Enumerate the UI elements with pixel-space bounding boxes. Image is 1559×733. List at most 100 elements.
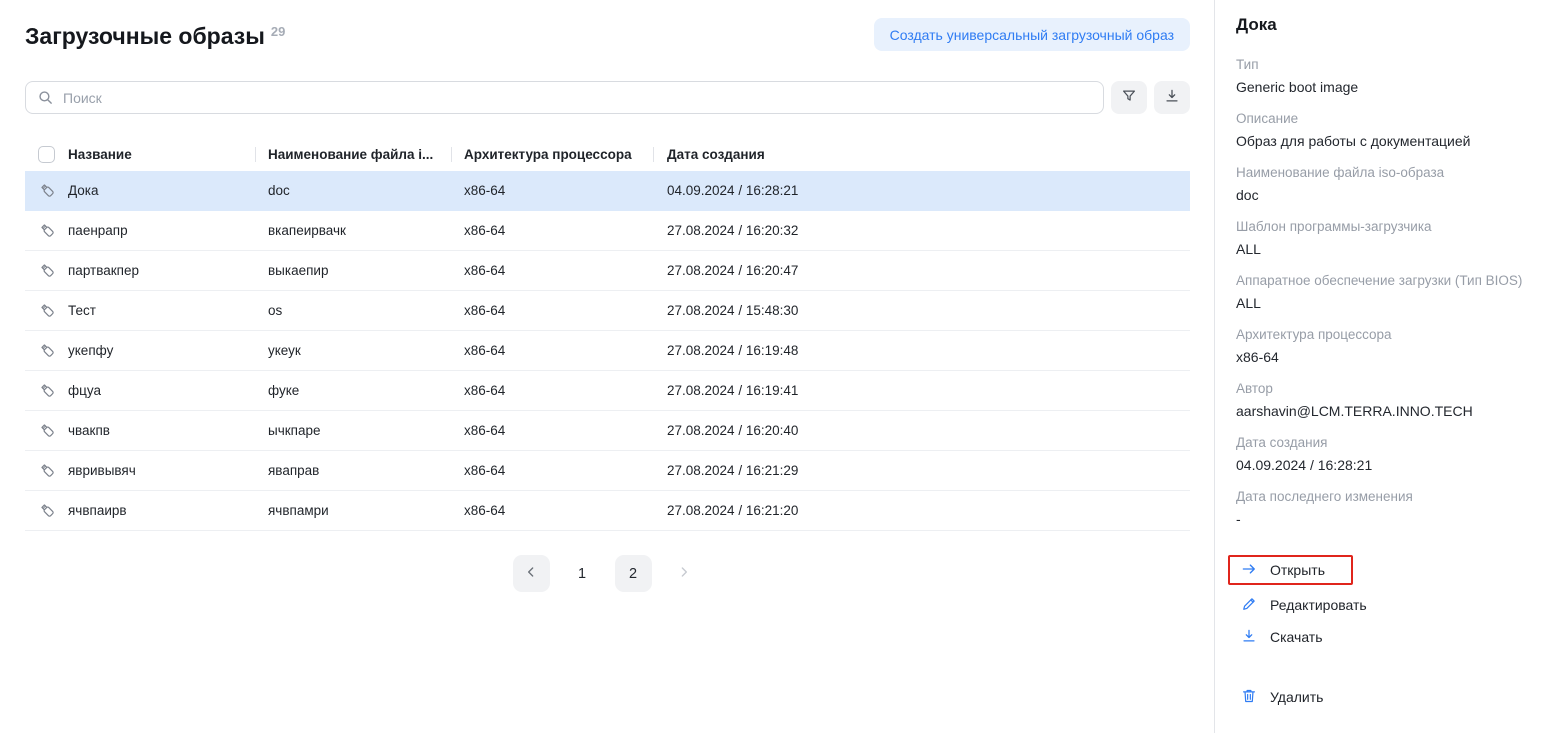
usb-drive-icon xyxy=(38,301,68,320)
row-name: чвакпв xyxy=(68,423,255,438)
row-created: 04.09.2024 / 16:28:21 xyxy=(653,183,856,198)
open-action[interactable]: Открыть xyxy=(1240,558,1325,582)
page-title: Загрузочные образы29 xyxy=(25,18,285,50)
pagination: 1 2 xyxy=(25,555,1190,592)
detail-field: Дата создания 04.09.2024 / 16:28:21 xyxy=(1236,433,1539,475)
export-button[interactable] xyxy=(1154,81,1190,114)
details-actions: Открыть Редактировать Скачать Удалить xyxy=(1236,555,1539,709)
detail-field-label: Тип xyxy=(1236,55,1539,74)
page-button-2-current[interactable]: 2 xyxy=(615,555,652,592)
detail-field-value: Образ для работы с документацией xyxy=(1236,131,1539,151)
funnel-icon xyxy=(1120,87,1138,108)
table-row[interactable]: паенрапр вкапеирвачк x86-64 27.08.2024 /… xyxy=(25,211,1190,251)
row-file: выкаепир xyxy=(255,263,451,278)
detail-field-value: x86-64 xyxy=(1236,347,1539,367)
row-name: укепфу xyxy=(68,343,255,358)
detail-field: Шаблон программы-загрузчика ALL xyxy=(1236,217,1539,259)
detail-field-label: Дата последнего изменения xyxy=(1236,487,1539,506)
table-row[interactable]: Тест os x86-64 27.08.2024 / 15:48:30 xyxy=(25,291,1190,331)
column-header-arch[interactable]: Архитектура процессора xyxy=(451,147,653,162)
table-header: Название Наименование файла i... Архитек… xyxy=(25,137,1190,171)
pencil-icon xyxy=(1240,595,1258,616)
table-row[interactable]: ячвпаирв ячвпамри x86-64 27.08.2024 / 16… xyxy=(25,491,1190,531)
table-row[interactable]: Дока doc x86-64 04.09.2024 / 16:28:21 xyxy=(25,171,1190,211)
table-row[interactable]: укепфу укеук x86-64 27.08.2024 / 16:19:4… xyxy=(25,331,1190,371)
boot-images-table: Название Наименование файла i... Архитек… xyxy=(25,137,1190,531)
row-arch: x86-64 xyxy=(451,263,653,278)
table-row[interactable]: фцуа фуке x86-64 27.08.2024 / 16:19:41 xyxy=(25,371,1190,411)
row-arch: x86-64 xyxy=(451,343,653,358)
details-fields: Тип Generic boot image Описание Образ дл… xyxy=(1236,55,1539,529)
chevron-right-icon xyxy=(676,564,692,584)
annotation-highlight: Открыть xyxy=(1228,555,1353,585)
detail-field-label: Наименование файла iso-образа xyxy=(1236,163,1539,182)
detail-field: Дата последнего изменения - xyxy=(1236,487,1539,529)
page-button-1[interactable]: 1 xyxy=(564,555,601,592)
search-icon xyxy=(37,89,54,111)
table-body: Дока doc x86-64 04.09.2024 / 16:28:21 па… xyxy=(25,171,1190,531)
download-icon xyxy=(1163,87,1181,108)
row-arch: x86-64 xyxy=(451,503,653,518)
table-row[interactable]: партвакпер выкаепир x86-64 27.08.2024 / … xyxy=(25,251,1190,291)
row-file: яваправ xyxy=(255,463,451,478)
filter-button[interactable] xyxy=(1111,81,1147,114)
usb-drive-icon xyxy=(38,261,68,280)
search-box xyxy=(25,81,1104,114)
prev-page-button[interactable] xyxy=(513,555,550,592)
row-created: 27.08.2024 / 16:21:29 xyxy=(653,463,856,478)
detail-field-value: 04.09.2024 / 16:28:21 xyxy=(1236,455,1539,475)
download-action-label: Скачать xyxy=(1270,629,1323,645)
select-all-checkbox[interactable] xyxy=(38,146,55,163)
usb-drive-icon xyxy=(38,421,68,440)
row-name: Тест xyxy=(68,303,255,318)
row-name: фцуа xyxy=(68,383,255,398)
download-action[interactable]: Скачать xyxy=(1240,625,1539,649)
row-created: 27.08.2024 / 16:19:41 xyxy=(653,383,856,398)
column-header-name[interactable]: Название xyxy=(68,147,255,162)
detail-field: Автор aarshavin@LCM.TERRA.INNO.TECH xyxy=(1236,379,1539,421)
details-title: Дока xyxy=(1236,14,1539,35)
row-created: 27.08.2024 / 16:21:20 xyxy=(653,503,856,518)
edit-action-label: Редактировать xyxy=(1270,597,1367,613)
items-count-badge: 29 xyxy=(271,24,285,39)
row-file: укеук xyxy=(255,343,451,358)
edit-action[interactable]: Редактировать xyxy=(1240,593,1539,617)
next-page-button[interactable] xyxy=(666,555,703,592)
row-created: 27.08.2024 / 16:19:48 xyxy=(653,343,856,358)
column-header-created[interactable]: Дата создания xyxy=(653,147,856,162)
detail-field: Тип Generic boot image xyxy=(1236,55,1539,97)
row-name: явривывяч xyxy=(68,463,255,478)
detail-field: Архитектура процессора x86-64 xyxy=(1236,325,1539,367)
column-header-file[interactable]: Наименование файла i... xyxy=(255,147,451,162)
usb-drive-icon xyxy=(38,461,68,480)
toolbar xyxy=(25,81,1190,114)
search-input[interactable] xyxy=(25,81,1104,114)
detail-field-label: Архитектура процессора xyxy=(1236,325,1539,344)
row-created: 27.08.2024 / 16:20:40 xyxy=(653,423,856,438)
row-name: ячвпаирв xyxy=(68,503,255,518)
row-created: 27.08.2024 / 16:20:47 xyxy=(653,263,856,278)
page-header: Загрузочные образы29 Создать универсальн… xyxy=(25,18,1190,51)
row-name: партвакпер xyxy=(68,263,255,278)
open-action-label: Открыть xyxy=(1270,562,1325,578)
row-file: фуке xyxy=(255,383,451,398)
usb-drive-icon xyxy=(38,341,68,360)
detail-field: Аппаратное обеспечение загрузки (Тип BIO… xyxy=(1236,271,1539,313)
usb-drive-icon xyxy=(38,381,68,400)
detail-field-value: ALL xyxy=(1236,239,1539,259)
detail-field-value: - xyxy=(1236,509,1539,529)
table-row[interactable]: чвакпв ычкпаре x86-64 27.08.2024 / 16:20… xyxy=(25,411,1190,451)
row-arch: x86-64 xyxy=(451,183,653,198)
row-file: os xyxy=(255,303,451,318)
detail-field-value: ALL xyxy=(1236,293,1539,313)
usb-drive-icon xyxy=(38,501,68,520)
delete-action-label: Удалить xyxy=(1270,689,1323,705)
details-panel: Дока Тип Generic boot image Описание Обр… xyxy=(1214,0,1559,733)
delete-action[interactable]: Удалить xyxy=(1240,685,1539,709)
row-created: 27.08.2024 / 15:48:30 xyxy=(653,303,856,318)
table-row[interactable]: явривывяч яваправ x86-64 27.08.2024 / 16… xyxy=(25,451,1190,491)
detail-field-value: aarshavin@LCM.TERRA.INNO.TECH xyxy=(1236,401,1539,421)
create-universal-boot-image-button[interactable]: Создать универсальный загрузочный образ xyxy=(874,18,1190,51)
row-arch: x86-64 xyxy=(451,223,653,238)
detail-field-value: Generic boot image xyxy=(1236,77,1539,97)
